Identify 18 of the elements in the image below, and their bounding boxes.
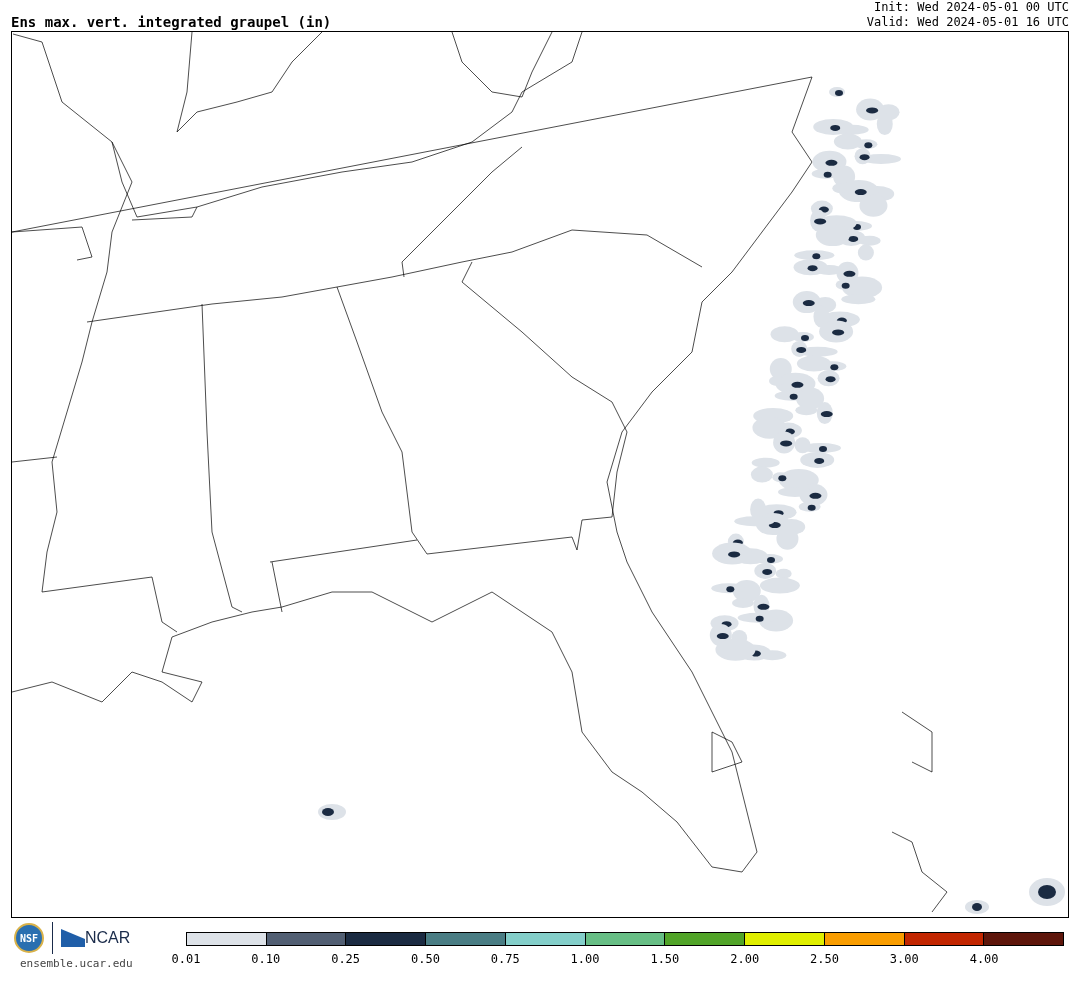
- colorbar-label: 0.25: [331, 952, 361, 966]
- nsf-logo: NSF: [14, 923, 44, 953]
- colorbar-label: 2.50: [810, 952, 839, 966]
- chart-title: Ens max. vert. integrated graupel (in): [11, 14, 332, 30]
- valid-time: Valid: Wed 2024-05-01 16 UTC: [866, 15, 1069, 30]
- colorbar-label: 4.00: [969, 952, 999, 966]
- colorbar-label: 3.00: [889, 952, 919, 966]
- colorbar-label: 2.00: [730, 952, 760, 966]
- init-time: Init: Wed 2024-05-01 00 UTC: [872, 0, 1069, 15]
- colorbar-label: 0.01: [171, 952, 201, 966]
- colorbar-label: 1.50: [650, 952, 680, 966]
- site-url: ensemble.ucar.edu: [20, 957, 134, 970]
- colorbar-label: 0.50: [411, 952, 440, 966]
- colorbar-label: 0.10: [251, 952, 281, 966]
- ncar-logo: NCAR: [85, 929, 131, 947]
- ncar-wing-icon: [61, 929, 85, 947]
- colorbar-label: 0.75: [490, 952, 520, 966]
- colorbar-label: 1.00: [570, 952, 600, 966]
